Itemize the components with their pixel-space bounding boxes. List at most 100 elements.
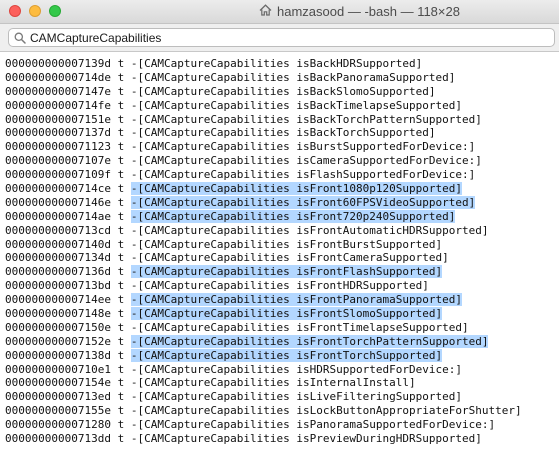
terminal-line: 000000000007155e t -[CAMCaptureCapabilit…: [5, 404, 559, 418]
terminal-line: 000000000007136d t -[CAMCaptureCapabilit…: [5, 265, 559, 279]
symbol-address: 000000000007151e: [5, 112, 111, 126]
terminal-lines: 000000000007139d t -[CAMCaptureCapabilit…: [0, 52, 559, 446]
symbol-type: t: [117, 418, 125, 432]
search-input[interactable]: CAMCaptureCapabilities: [8, 28, 555, 47]
terminal-line: 000000000007140d t -[CAMCaptureCapabilit…: [5, 238, 559, 252]
search-match-highlight: -[CAMCaptureCapabilities isFront60FPSVid…: [130, 195, 476, 209]
symbol-name: -[CAMCaptureCapabilities isFrontHDRSuppo…: [130, 279, 429, 293]
symbol-address: 00000000000714ce: [5, 182, 111, 196]
terminal-line: 00000000000710e1 t -[CAMCaptureCapabilit…: [5, 363, 559, 377]
terminal-line: 000000000007147e t -[CAMCaptureCapabilit…: [5, 85, 559, 99]
symbol-address: 00000000000714ae: [5, 209, 111, 223]
search-match-highlight: -[CAMCaptureCapabilities isFront720p240S…: [130, 209, 456, 223]
symbol-type: t: [117, 265, 125, 279]
symbol-type: t: [117, 98, 125, 112]
symbol-address: 00000000000713cd: [5, 223, 111, 237]
symbol-address: 000000000007109f: [5, 168, 111, 182]
terminal-line: 000000000007134d t -[CAMCaptureCapabilit…: [5, 251, 559, 265]
terminal-line: 00000000000713cd t -[CAMCaptureCapabilit…: [5, 224, 559, 238]
symbol-type: t: [117, 334, 125, 348]
terminal-line: 0000000000071280 t -[CAMCaptureCapabilit…: [5, 418, 559, 432]
search-icon: [14, 31, 26, 49]
symbol-address: 000000000007138d: [5, 348, 111, 362]
symbol-name: -[CAMCaptureCapabilities isBackTimelapse…: [130, 98, 462, 112]
title-bar[interactable]: hamzasood — -bash — 118×28: [0, 0, 559, 24]
symbol-type: t: [117, 293, 125, 307]
symbol-type: t: [117, 362, 125, 376]
terminal-line: 000000000007109f t -[CAMCaptureCapabilit…: [5, 168, 559, 182]
symbol-address: 000000000007107e: [5, 154, 111, 168]
symbol-address: 000000000007148e: [5, 307, 111, 321]
symbol-address: 00000000000713bd: [5, 279, 111, 293]
symbol-address: 00000000000713dd: [5, 432, 111, 446]
terminal-line: 00000000000713dd t -[CAMCaptureCapabilit…: [5, 432, 559, 446]
house-icon: [259, 0, 272, 23]
symbol-type: t: [117, 126, 125, 140]
terminal-line: 00000000000714ee t -[CAMCaptureCapabilit…: [5, 293, 559, 307]
terminal-line: 00000000000714fe t -[CAMCaptureCapabilit…: [5, 99, 559, 113]
symbol-name: -[CAMCaptureCapabilities isFlashSupporte…: [130, 168, 476, 182]
symbol-address: 00000000000710e1: [5, 362, 111, 376]
symbol-address: 000000000007154e: [5, 376, 111, 390]
symbol-name: -[CAMCaptureCapabilities isLiveFiltering…: [130, 390, 462, 404]
terminal-line: 00000000000714de t -[CAMCaptureCapabilit…: [5, 71, 559, 85]
symbol-type: t: [117, 223, 125, 237]
search-match-highlight: -[CAMCaptureCapabilities isFront1080p120…: [130, 182, 462, 196]
terminal-line: 0000000000071123 t -[CAMCaptureCapabilit…: [5, 140, 559, 154]
terminal-line: 000000000007148e t -[CAMCaptureCapabilit…: [5, 307, 559, 321]
symbol-name: -[CAMCaptureCapabilities isHDRSupportedF…: [130, 362, 462, 376]
window-title-text: hamzasood — -bash — 118×28: [277, 4, 460, 19]
symbol-type: t: [117, 376, 125, 390]
symbol-name: -[CAMCaptureCapabilities isFrontAutomati…: [130, 223, 489, 237]
symbol-name: -[CAMCaptureCapabilities isBackPanoramaS…: [130, 70, 456, 84]
symbol-address: 000000000007139d: [5, 57, 111, 70]
terminal-line: 00000000000713ed t -[CAMCaptureCapabilit…: [5, 390, 559, 404]
symbol-type: t: [117, 237, 125, 251]
symbol-name: -[CAMCaptureCapabilities isBurstSupporte…: [130, 140, 476, 154]
symbol-type: t: [117, 432, 125, 446]
terminal-line: 000000000007146e t -[CAMCaptureCapabilit…: [5, 195, 559, 210]
symbol-address: 000000000007146e: [5, 195, 111, 209]
symbol-type: t: [117, 348, 125, 362]
symbol-address: 0000000000071123: [5, 140, 111, 154]
find-bar: CAMCaptureCapabilities: [0, 24, 559, 52]
symbol-type: t: [117, 182, 125, 196]
search-query: CAMCaptureCapabilities: [30, 31, 162, 45]
symbol-name: -[CAMCaptureCapabilities isPanoramaSuppo…: [130, 418, 496, 432]
terminal-line: 000000000007137d t -[CAMCaptureCapabilit…: [5, 126, 559, 140]
symbol-address: 000000000007140d: [5, 237, 111, 251]
symbol-address: 000000000007155e: [5, 404, 111, 418]
symbol-address: 000000000007150e: [5, 320, 111, 334]
terminal-line: 000000000007138d t -[CAMCaptureCapabilit…: [5, 348, 559, 363]
symbol-address: 0000000000071280: [5, 418, 111, 432]
symbol-name: -[CAMCaptureCapabilities isPreviewDuring…: [130, 432, 482, 446]
symbol-type: t: [117, 390, 125, 404]
symbol-address: 000000000007134d: [5, 251, 111, 265]
terminal-line: 00000000000714ae t -[CAMCaptureCapabilit…: [5, 209, 559, 224]
terminal-line: 000000000007139d t -[CAMCaptureCapabilit…: [5, 57, 559, 71]
terminal-output[interactable]: 000000000007139d t -[CAMCaptureCapabilit…: [0, 52, 559, 451]
symbol-type: t: [117, 195, 125, 209]
symbol-address: 000000000007136d: [5, 265, 111, 279]
search-match-highlight: -[CAMCaptureCapabilities isFrontTorchSup…: [130, 348, 443, 362]
symbol-name: -[CAMCaptureCapabilities isInternalInsta…: [130, 376, 416, 390]
symbol-address: 00000000000713ed: [5, 390, 111, 404]
symbol-name: -[CAMCaptureCapabilities isLockButtonApp…: [130, 404, 522, 418]
terminal-line: 00000000000714ce t -[CAMCaptureCapabilit…: [5, 182, 559, 196]
symbol-type: t: [117, 279, 125, 293]
symbol-name: -[CAMCaptureCapabilities isBackTorchPatt…: [130, 112, 482, 126]
symbol-type: t: [117, 57, 125, 70]
terminal-line: 000000000007107e t -[CAMCaptureCapabilit…: [5, 154, 559, 168]
symbol-type: t: [117, 320, 125, 334]
symbol-type: t: [117, 84, 125, 98]
symbol-type: t: [117, 70, 125, 84]
symbol-address: 000000000007152e: [5, 334, 111, 348]
terminal-line: 000000000007154e t -[CAMCaptureCapabilit…: [5, 376, 559, 390]
symbol-name: -[CAMCaptureCapabilities isFrontCameraSu…: [130, 251, 449, 265]
symbol-address: 000000000007147e: [5, 84, 111, 98]
search-match-highlight: -[CAMCaptureCapabilities isFrontPanorama…: [130, 293, 462, 307]
symbol-name: -[CAMCaptureCapabilities isBackSlomoSupp…: [130, 84, 436, 98]
symbol-type: t: [117, 209, 125, 223]
symbol-name: -[CAMCaptureCapabilities isFrontBurstSup…: [130, 237, 443, 251]
search-match-highlight: -[CAMCaptureCapabilities isFrontTorchPat…: [130, 334, 489, 348]
